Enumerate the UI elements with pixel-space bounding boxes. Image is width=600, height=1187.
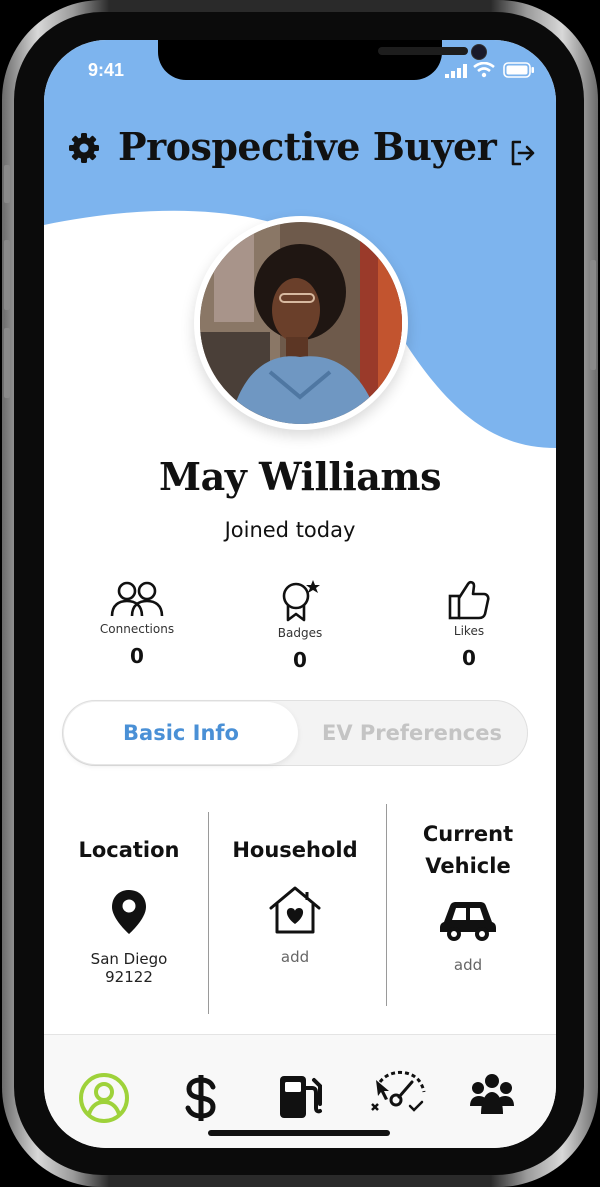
fuel-pump-icon[interactable] xyxy=(278,1074,324,1120)
current-vehicle-card[interactable]: Current Vehicle add xyxy=(394,818,542,974)
household-value: add xyxy=(280,948,310,966)
notch xyxy=(158,40,487,80)
front-camera xyxy=(471,44,487,60)
profile-icon[interactable] xyxy=(78,1072,130,1124)
car-icon xyxy=(440,902,496,941)
tab-ev-preferences[interactable]: EV Preferences xyxy=(298,702,526,764)
location-pin-icon xyxy=(112,890,146,934)
stat-value-connections: 0 xyxy=(130,644,144,668)
vehicle-value: add xyxy=(453,956,483,974)
gear-icon[interactable] xyxy=(68,132,100,164)
house-heart-icon xyxy=(269,886,321,934)
stat-value-likes: 0 xyxy=(462,646,476,670)
household-card[interactable]: Household add xyxy=(220,834,370,966)
vehicle-title-line1: Current xyxy=(422,822,514,846)
badge-icon xyxy=(282,580,320,622)
battery-icon xyxy=(503,62,534,78)
group-icon[interactable] xyxy=(468,1072,516,1116)
household-title: Household xyxy=(232,838,358,862)
stat-connections[interactable]: Connections 0 xyxy=(82,580,192,668)
page-title: Prospective Buyer xyxy=(118,124,497,169)
people-icon xyxy=(110,581,164,617)
status-time: 9:41 xyxy=(88,60,125,80)
dollar-icon[interactable] xyxy=(184,1074,218,1122)
divider xyxy=(208,812,209,1014)
avatar[interactable] xyxy=(194,216,408,430)
volume-down-button xyxy=(4,328,10,398)
stat-label-badges: Badges xyxy=(277,626,323,640)
tab-basic-info[interactable]: Basic Info xyxy=(64,702,298,764)
location-zip: 92122 xyxy=(105,968,153,986)
vehicle-title-line2: Vehicle xyxy=(425,854,511,878)
volume-up-button xyxy=(4,240,10,310)
joined-text: Joined today xyxy=(224,518,356,542)
location-card[interactable]: Location San Diego 92122 xyxy=(64,834,194,986)
mute-switch xyxy=(4,165,10,203)
logout-icon[interactable] xyxy=(510,140,536,166)
tab-bar: Basic Info EV Preferences xyxy=(62,700,528,766)
location-city: San Diego xyxy=(90,950,168,968)
divider xyxy=(386,804,387,1006)
screen: 9:41 Prospective Buyer May Williams Join… xyxy=(44,40,556,1148)
wifi-icon xyxy=(473,62,495,78)
speaker xyxy=(378,47,468,55)
cellular-signal-icon xyxy=(445,64,467,78)
stat-value-badges: 0 xyxy=(293,648,307,672)
avatar-photo xyxy=(200,222,402,424)
stat-likes[interactable]: Likes 0 xyxy=(414,580,524,670)
home-indicator[interactable] xyxy=(208,1130,390,1136)
stat-badges[interactable]: Badges 0 xyxy=(245,578,355,672)
location-title: Location xyxy=(78,838,180,862)
profile-name: May Williams xyxy=(159,454,441,499)
stat-label-connections: Connections xyxy=(99,622,175,636)
thumbs-up-icon xyxy=(448,580,490,620)
power-button xyxy=(590,260,596,370)
gauge-icon[interactable] xyxy=(366,1062,428,1112)
stat-label-likes: Likes xyxy=(453,624,485,638)
